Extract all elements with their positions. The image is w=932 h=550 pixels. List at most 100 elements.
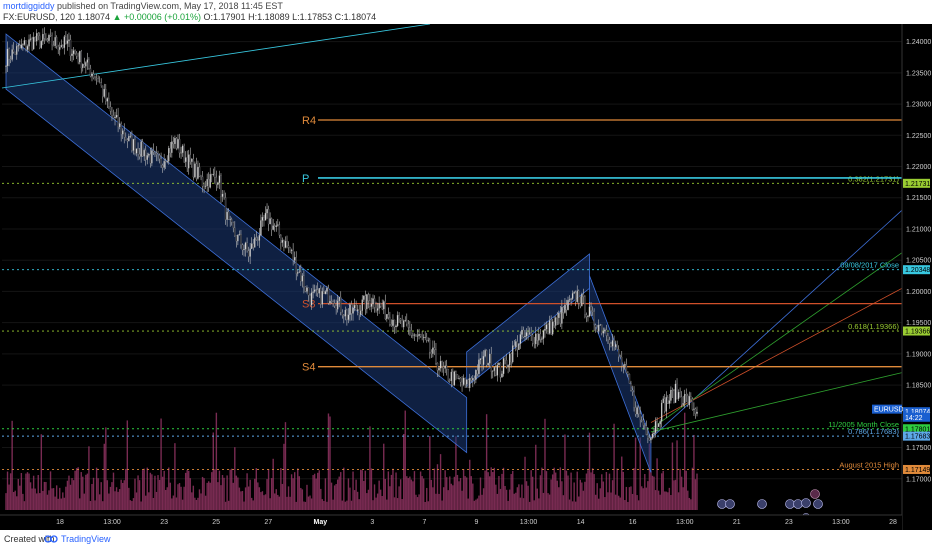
candle — [275, 221, 277, 232]
candle — [694, 407, 697, 419]
candle — [184, 151, 187, 168]
candle-body — [286, 241, 288, 246]
candle-body — [533, 343, 535, 345]
volume-bar — [336, 479, 339, 510]
candle — [112, 109, 115, 119]
candle-body — [594, 324, 597, 328]
volume-bar — [287, 486, 290, 510]
volume-bar — [115, 487, 118, 510]
candle — [690, 392, 692, 402]
candle-body — [51, 35, 53, 46]
volume-bar — [346, 500, 348, 510]
volume-bar — [585, 473, 588, 510]
volume-bar — [330, 482, 333, 510]
volume-bar — [641, 486, 643, 510]
event-icon — [801, 498, 811, 508]
volume-bar — [496, 493, 499, 510]
candle-body — [379, 303, 382, 307]
volume-bar — [435, 493, 437, 510]
candle-body — [327, 288, 330, 304]
candle-body — [390, 324, 393, 326]
volume-bar — [112, 472, 115, 510]
candle-body — [310, 292, 313, 306]
candle — [455, 370, 457, 381]
candle — [668, 394, 671, 409]
volume-bar — [68, 475, 70, 510]
volume-bar — [83, 493, 86, 510]
volume-bar — [395, 472, 397, 510]
volume-bar — [343, 467, 345, 510]
candle-body — [647, 434, 649, 439]
publish-text: published on TradingView.com, May 17, 20… — [54, 1, 283, 11]
candle — [685, 388, 687, 403]
candle-body — [163, 161, 165, 168]
candle — [31, 36, 33, 51]
candle-body — [68, 39, 70, 41]
author-link[interactable]: mortdiggiddy — [3, 1, 55, 11]
candle-body — [578, 290, 580, 304]
volume-bar — [598, 498, 600, 510]
volume-bar — [379, 489, 382, 510]
candle — [531, 333, 534, 347]
candle — [682, 395, 684, 407]
volume-bar — [29, 482, 32, 510]
candle-body — [535, 333, 537, 345]
candle — [542, 329, 545, 345]
volume-bar — [109, 486, 112, 510]
candle — [538, 326, 540, 346]
chart-area[interactable]: 0.382(1.21731) 09/08/2017 Close 0.618(1.19… — [0, 24, 932, 530]
volume-bar — [11, 420, 13, 510]
candle-body — [547, 324, 549, 334]
volume-bar — [341, 500, 343, 510]
x-tick-label: 25 — [212, 519, 220, 526]
candle — [37, 32, 39, 41]
candle-body — [627, 372, 629, 375]
candle — [54, 30, 56, 49]
price-change: ▲ +0.00006 (+0.01%) — [112, 12, 202, 22]
candle-body — [478, 359, 480, 375]
volume-bar — [54, 496, 56, 510]
volume-bar — [352, 471, 354, 510]
candle — [204, 180, 207, 190]
candle-body — [519, 334, 522, 344]
volume-bar — [687, 490, 689, 510]
candle-body — [508, 353, 511, 366]
volume-bar — [48, 490, 50, 510]
candle-body — [396, 315, 399, 326]
candle-body — [513, 345, 515, 347]
x-tick-label: 13:00 — [832, 519, 850, 526]
price-chart[interactable]: 0.382(1.21731) 09/08/2017 Close 0.618(1.19… — [0, 24, 932, 530]
candle — [80, 49, 82, 74]
candle-body — [278, 224, 281, 236]
volume-bar — [679, 468, 681, 510]
volume-bar — [247, 486, 250, 510]
candle-body — [510, 353, 512, 363]
footer-brand-link[interactable]: TradingView — [61, 534, 111, 544]
candles — [5, 27, 698, 444]
candle-body — [584, 296, 586, 315]
volume-bar — [370, 468, 373, 510]
candle — [171, 135, 173, 158]
candle-body — [361, 299, 363, 311]
volume-bar — [293, 472, 296, 510]
candle-body — [292, 249, 294, 261]
candle-body — [684, 394, 686, 404]
candle-body — [450, 371, 453, 381]
candle-body — [151, 150, 153, 164]
candle — [465, 379, 468, 388]
candle-body — [343, 315, 345, 317]
candle-body — [126, 139, 129, 142]
candle — [667, 395, 669, 404]
volume-bar — [607, 492, 609, 510]
candle — [449, 378, 451, 383]
volume-bar — [157, 475, 159, 510]
candle — [39, 32, 41, 50]
volume-bar — [39, 493, 41, 510]
event-icon — [785, 499, 795, 509]
volume-bar — [508, 489, 511, 510]
candle-body — [444, 365, 446, 369]
candle-body — [585, 314, 588, 318]
volume-bar — [235, 475, 238, 510]
candle-body — [582, 294, 585, 297]
candle — [283, 239, 285, 252]
